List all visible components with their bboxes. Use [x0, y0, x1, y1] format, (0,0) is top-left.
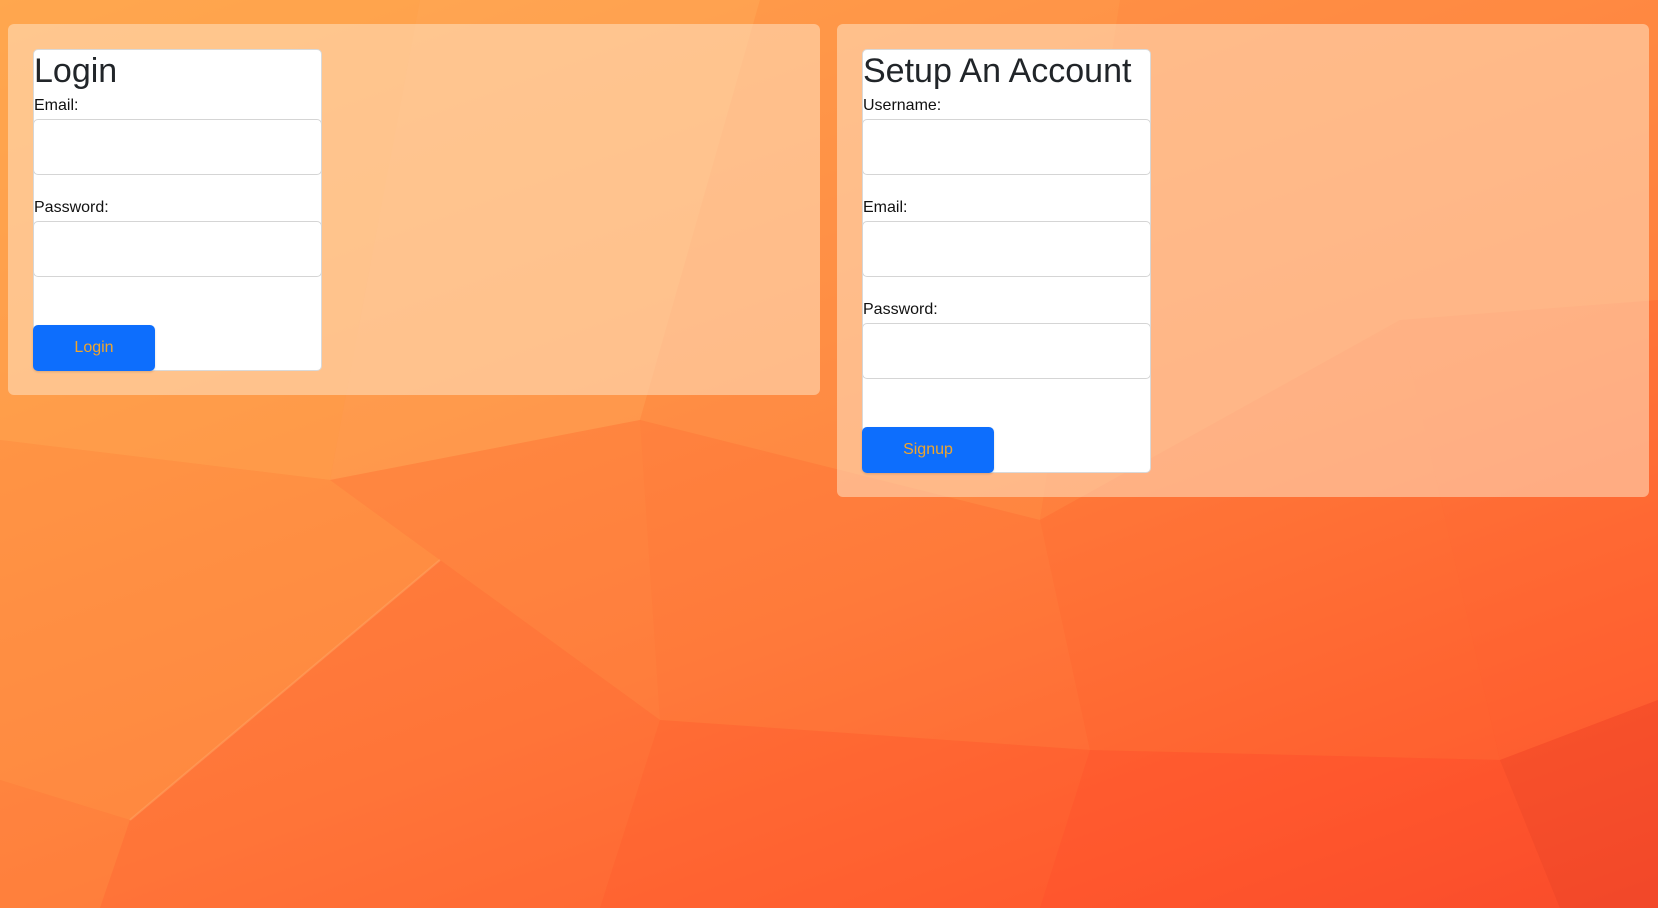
login-password-input[interactable] — [33, 221, 322, 277]
login-email-label: Email: — [34, 97, 79, 114]
login-panel: Login Email: Password: Login — [8, 24, 820, 395]
signup-password-label: Password: — [863, 301, 938, 318]
signup-button[interactable]: Signup — [862, 427, 994, 473]
signup-email-label: Email: — [863, 199, 908, 216]
login-button[interactable]: Login — [33, 325, 155, 371]
login-title: Login — [34, 52, 118, 90]
login-form: Login Email: Password: Login — [33, 49, 322, 371]
signup-username-label: Username: — [863, 97, 942, 114]
login-email-input[interactable] — [33, 119, 322, 175]
signup-form: Setup An Account Username: Email: Passwo… — [862, 49, 1151, 473]
signup-email-input[interactable] — [862, 221, 1151, 277]
signup-title: Setup An Account — [863, 52, 1132, 90]
signup-panel: Setup An Account Username: Email: Passwo… — [837, 24, 1649, 497]
signup-username-input[interactable] — [862, 119, 1151, 175]
signup-password-input[interactable] — [862, 323, 1151, 379]
login-password-label: Password: — [34, 199, 109, 216]
